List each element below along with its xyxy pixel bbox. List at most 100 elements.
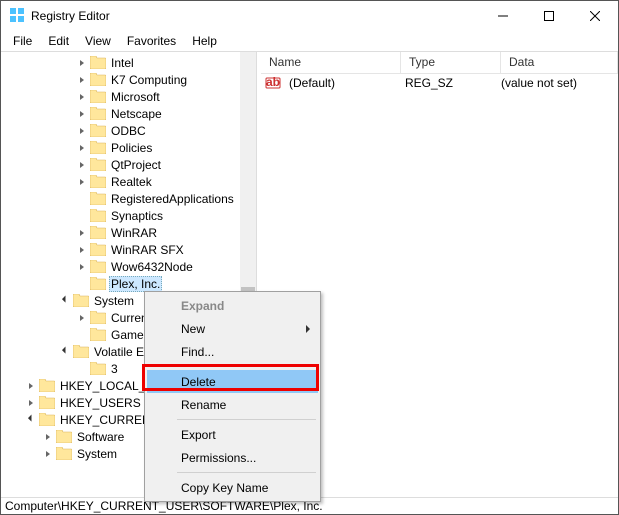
- expander-icon[interactable]: [76, 125, 88, 137]
- expander-icon[interactable]: [76, 176, 88, 188]
- column-type[interactable]: Type: [401, 52, 501, 73]
- close-button[interactable]: [572, 1, 618, 31]
- tree-label: WinRAR: [109, 226, 159, 240]
- folder-icon: [90, 107, 106, 120]
- menu-edit[interactable]: Edit: [40, 32, 77, 50]
- expander-icon[interactable]: [59, 295, 71, 307]
- tree-label: QtProject: [109, 158, 163, 172]
- tree-item[interactable]: Policies: [1, 139, 256, 156]
- svg-text:ab: ab: [266, 75, 280, 89]
- maximize-button[interactable]: [526, 1, 572, 31]
- expander-none: [76, 210, 88, 222]
- app-icon: [9, 7, 25, 26]
- expander-none: [76, 329, 88, 341]
- tree-item[interactable]: Realtek: [1, 173, 256, 190]
- context-new[interactable]: New: [147, 317, 318, 340]
- folder-icon: [90, 158, 106, 171]
- expander-icon[interactable]: [76, 142, 88, 154]
- expander-none: [76, 278, 88, 290]
- folder-icon: [90, 141, 106, 154]
- context-rename[interactable]: Rename: [147, 393, 318, 416]
- tree-label: Realtek: [109, 175, 154, 189]
- expander-icon[interactable]: [76, 312, 88, 324]
- tree-item[interactable]: Synaptics: [1, 207, 256, 224]
- folder-icon: [90, 362, 106, 375]
- folder-icon: [90, 311, 106, 324]
- tree-item[interactable]: Microsoft: [1, 88, 256, 105]
- context-export[interactable]: Export: [147, 423, 318, 446]
- tree-item[interactable]: ODBC: [1, 122, 256, 139]
- tree-label: RegisteredApplications: [109, 192, 236, 206]
- expander-icon[interactable]: [42, 431, 54, 443]
- expander-icon[interactable]: [25, 414, 37, 426]
- context-delete[interactable]: Delete: [147, 370, 318, 393]
- tree-label: Microsoft: [109, 90, 162, 104]
- expander-icon[interactable]: [76, 227, 88, 239]
- tree-item[interactable]: Wow6432Node: [1, 258, 256, 275]
- expander-icon[interactable]: [76, 91, 88, 103]
- folder-icon: [56, 447, 72, 460]
- expander-none: [76, 193, 88, 205]
- expander-icon[interactable]: [42, 448, 54, 460]
- window-title: Registry Editor: [31, 9, 110, 23]
- list-header: Name Type Data: [261, 52, 618, 74]
- folder-icon: [73, 345, 89, 358]
- tree-item[interactable]: RegisteredApplications: [1, 190, 256, 207]
- tree-item[interactable]: WinRAR SFX: [1, 241, 256, 258]
- expander-icon[interactable]: [76, 74, 88, 86]
- tree-label: K7 Computing: [109, 73, 189, 87]
- expander-icon[interactable]: [59, 346, 71, 358]
- menu-help[interactable]: Help: [184, 32, 225, 50]
- context-permissions[interactable]: Permissions...: [147, 446, 318, 469]
- expander-icon[interactable]: [76, 244, 88, 256]
- tree-label: Plex, Inc.: [109, 276, 162, 292]
- menu-favorites[interactable]: Favorites: [119, 32, 184, 50]
- list-row[interactable]: ab (Default) REG_SZ (value not set): [261, 74, 618, 92]
- tree-item[interactable]: Netscape: [1, 105, 256, 122]
- context-find[interactable]: Find...: [147, 340, 318, 363]
- context-menu: Expand New Find... Delete Rename Export …: [144, 291, 321, 502]
- menu-separator: [177, 366, 316, 367]
- tree-item[interactable]: Plex, Inc.: [1, 275, 256, 292]
- tree-label: WinRAR SFX: [109, 243, 186, 257]
- tree-label: System: [92, 294, 136, 308]
- expander-icon[interactable]: [76, 159, 88, 171]
- value-name: (Default): [285, 76, 401, 90]
- column-name[interactable]: Name: [261, 52, 401, 73]
- tree-label: Intel: [109, 56, 136, 70]
- menu-separator: [177, 472, 316, 473]
- folder-icon: [39, 396, 55, 409]
- folder-icon: [90, 260, 106, 273]
- tree-item[interactable]: Intel: [1, 54, 256, 71]
- menu-view[interactable]: View: [77, 32, 119, 50]
- column-data[interactable]: Data: [501, 52, 618, 73]
- expander-none: [76, 363, 88, 375]
- tree-item[interactable]: WinRAR: [1, 224, 256, 241]
- value-data: (value not set): [497, 76, 581, 90]
- tree-label: Netscape: [109, 107, 164, 121]
- folder-icon: [90, 124, 106, 137]
- tree-label: Policies: [109, 141, 154, 155]
- context-expand[interactable]: Expand: [147, 294, 318, 317]
- expander-icon[interactable]: [76, 108, 88, 120]
- menu-bar: File Edit View Favorites Help: [1, 31, 618, 51]
- folder-icon: [39, 379, 55, 392]
- folder-icon: [90, 192, 106, 205]
- context-copy-key-name[interactable]: Copy Key Name: [147, 476, 318, 499]
- value-type: REG_SZ: [401, 76, 497, 90]
- expander-icon[interactable]: [25, 397, 37, 409]
- folder-icon: [90, 243, 106, 256]
- expander-icon[interactable]: [76, 57, 88, 69]
- menu-file[interactable]: File: [5, 32, 40, 50]
- folder-icon: [90, 175, 106, 188]
- folder-icon: [90, 328, 106, 341]
- minimize-button[interactable]: [480, 1, 526, 31]
- tree-label: Wow6432Node: [109, 260, 195, 274]
- tree-item[interactable]: QtProject: [1, 156, 256, 173]
- menu-separator: [177, 419, 316, 420]
- tree-label: HKEY_USERS: [58, 396, 143, 410]
- expander-icon[interactable]: [25, 380, 37, 392]
- expander-icon[interactable]: [76, 261, 88, 273]
- tree-item[interactable]: K7 Computing: [1, 71, 256, 88]
- folder-icon: [90, 90, 106, 103]
